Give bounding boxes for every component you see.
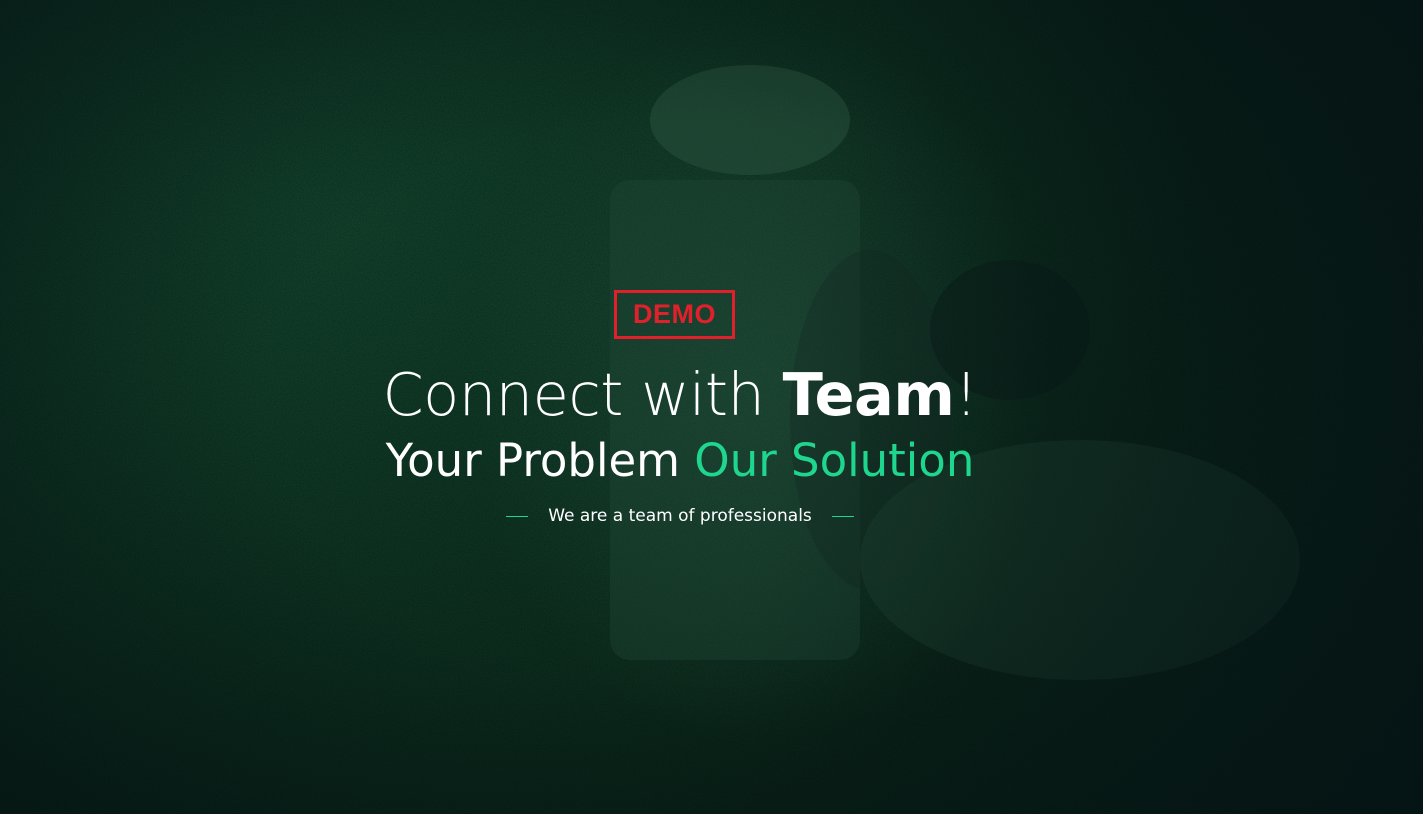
hero-section: DEMO Connect with Team! Your Problem Our… (0, 0, 1423, 814)
subhead-accent: Our Solution (694, 434, 975, 487)
tagline-row: We are a team of professionals (0, 503, 1360, 529)
headline-trail: ! (954, 360, 978, 429)
tagline-divider-right (831, 515, 854, 517)
demo-badge: DEMO (614, 290, 735, 339)
subhead-lead: Your Problem (385, 434, 695, 487)
hero-tagline: We are a team of professionals (548, 506, 812, 526)
headline-emphasis: Team (782, 360, 955, 429)
hero-headline: Connect with Team! (0, 355, 1360, 435)
hero-subhead: Your Problem Our Solution (0, 430, 1360, 492)
hero-content: DEMO Connect with Team! Your Problem Our… (0, 0, 1423, 814)
headline-lead: Connect with (382, 360, 783, 429)
tagline-divider-left (506, 515, 529, 517)
